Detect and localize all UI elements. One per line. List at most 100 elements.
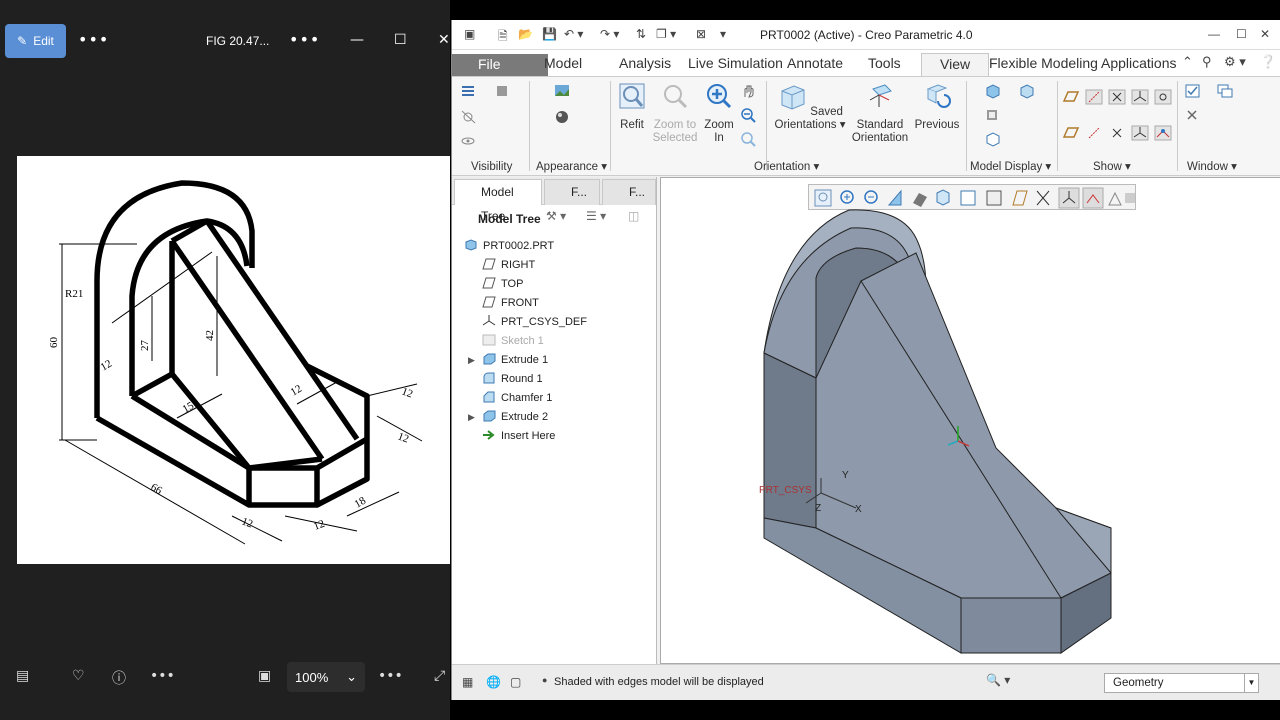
undo-icon[interactable]: ↶ ▾	[564, 27, 583, 41]
csys-display-icon[interactable]	[1131, 89, 1149, 105]
tab-flexible-modeling[interactable]: Flexible Modeling	[985, 53, 1102, 76]
maximize-icon[interactable]: ☐	[394, 32, 407, 48]
minimize-icon[interactable]: —	[350, 32, 364, 48]
toggle-navigator-icon[interactable]: ▦	[462, 675, 473, 689]
tab-favorites[interactable]: F...	[602, 179, 656, 205]
point-tag-icon[interactable]	[1108, 125, 1126, 141]
group-appearance[interactable]: Appearance ▾	[536, 159, 607, 173]
activate-icon[interactable]	[1184, 83, 1202, 99]
perspective-icon[interactable]	[1018, 83, 1036, 99]
tab-model[interactable]: Model	[540, 53, 586, 76]
pan-icon[interactable]	[740, 83, 758, 99]
expand-icon[interactable]: ▶	[468, 351, 475, 369]
graphics-area[interactable]: PRT_CSYS Y X Z	[660, 177, 1280, 664]
tab-view[interactable]: View	[921, 53, 990, 76]
tree-item-right[interactable]: RIGHT	[482, 256, 535, 274]
close-icon[interactable]: ✕	[1260, 27, 1270, 41]
zoom-dropdown[interactable]: 100% ⌄	[287, 662, 365, 692]
tab-analysis[interactable]: Analysis	[615, 53, 675, 76]
appearance-gallery-icon[interactable]	[554, 83, 572, 99]
tab-file[interactable]: File	[452, 54, 548, 77]
group-show[interactable]: Show ▾	[1093, 159, 1131, 173]
customize-icon[interactable]: ▾	[720, 27, 726, 41]
fullscreen-icon[interactable]: ▢	[510, 675, 521, 689]
eye-icon[interactable]	[460, 133, 478, 149]
browser-icon[interactable]: 🌐	[486, 675, 501, 689]
selection-filter[interactable]: Geometry ▼	[1104, 673, 1259, 693]
find-icon[interactable]: 🔍 ▾	[986, 673, 1010, 687]
filmstrip-icon[interactable]: ▤	[16, 668, 29, 684]
group-orientation[interactable]: Orientation ▾	[754, 159, 819, 173]
new-icon[interactable]: 🗎	[498, 27, 508, 48]
close-icon[interactable]: ✕	[438, 32, 450, 48]
point-display-icon[interactable]	[1108, 89, 1126, 105]
windows-icon[interactable]: ❐ ▾	[656, 27, 676, 41]
standard-orientation-button[interactable]: Standard Orientation	[850, 81, 910, 145]
tree-show-icon[interactable]: ☰ ▾	[586, 209, 606, 223]
spin-center-icon[interactable]	[1154, 89, 1172, 105]
close-window-icon[interactable]: ⊠	[696, 27, 706, 41]
regenerate-icon[interactable]: ⇅	[636, 27, 646, 41]
tree-settings-icon[interactable]: ⚒ ▾	[546, 209, 566, 223]
layers-icon[interactable]	[460, 83, 478, 99]
more-icon[interactable]: •••	[378, 668, 403, 684]
tree-item-chamfer[interactable]: Chamfer 1	[482, 389, 552, 407]
saved-orientations-button[interactable]: Saved Orientations ▾	[770, 81, 850, 132]
tree-item-extrude-1[interactable]: ▶ Extrude 1	[468, 351, 548, 369]
plane-display-icon[interactable]	[1062, 89, 1080, 105]
tab-folder-browser[interactable]: F...	[544, 179, 600, 205]
tree-item-round[interactable]: Round 1	[482, 370, 543, 388]
expand-icon[interactable]: ⤢	[434, 668, 445, 684]
close-view-icon[interactable]	[1184, 107, 1202, 123]
plane-tag-icon[interactable]	[1062, 125, 1080, 141]
redo-icon[interactable]: ↷ ▾	[600, 27, 619, 41]
tab-live-simulation[interactable]: Live Simulation	[684, 53, 787, 76]
axis-tag-icon[interactable]	[1085, 125, 1103, 141]
zoom-in-button[interactable]: Zoom In	[702, 81, 736, 145]
zoom-box-icon[interactable]	[740, 131, 758, 147]
tab-annotate[interactable]: Annotate	[783, 53, 847, 76]
fit-icon[interactable]: ▣	[258, 668, 271, 684]
zoom-selected-button[interactable]: Zoom to Selected	[650, 81, 700, 145]
tree-filter-icon[interactable]: ◫	[628, 209, 639, 223]
section-icon[interactable]	[984, 107, 1002, 123]
hide-icon[interactable]	[460, 109, 478, 125]
more-icon[interactable]: •••	[78, 30, 109, 49]
status-icon[interactable]	[494, 83, 512, 99]
tree-item-front[interactable]: FRONT	[482, 294, 539, 312]
tab-model-tree[interactable]: Model Tree	[454, 179, 542, 223]
save-icon[interactable]: 💾	[542, 27, 557, 41]
minimize-icon[interactable]: —	[1208, 27, 1220, 41]
zoom-out-icon[interactable]	[740, 107, 758, 123]
favorite-icon[interactable]: ♡	[72, 668, 85, 684]
more-icon[interactable]: •••	[150, 668, 175, 684]
tree-item-insert-here[interactable]: Insert Here	[482, 427, 555, 445]
tree-item-part[interactable]: PRT0002.PRT	[464, 237, 554, 255]
open-icon[interactable]: 📂	[518, 27, 533, 41]
tree-item-extrude-2[interactable]: ▶ Extrude 2	[468, 408, 548, 426]
axis-display-icon[interactable]	[1085, 89, 1103, 105]
display-style-icon[interactable]	[984, 83, 1002, 99]
tree-item-top[interactable]: TOP	[482, 275, 523, 293]
scene-sphere-icon[interactable]	[554, 109, 572, 125]
file-more-icon[interactable]: •••	[289, 30, 320, 49]
group-model-display[interactable]: Model Display ▾	[970, 159, 1051, 173]
tab-tools[interactable]: Tools	[864, 53, 905, 76]
exploded-view-icon[interactable]	[984, 131, 1002, 147]
collapse-ribbon-icon[interactable]: ⌃	[1182, 54, 1193, 70]
help-icon[interactable]: ❔	[1260, 54, 1276, 70]
refit-button[interactable]: Refit	[615, 81, 649, 132]
search-icon[interactable]: ⚲	[1202, 54, 1212, 70]
previous-button[interactable]: Previous	[912, 81, 962, 132]
info-icon[interactable]: ⓘ	[112, 668, 126, 688]
group-window[interactable]: Window ▾	[1187, 159, 1237, 173]
edit-button[interactable]: ✎ Edit	[5, 24, 66, 58]
maximize-icon[interactable]: ☐	[1236, 27, 1247, 41]
settings-icon[interactable]: ⚙ ▾	[1224, 54, 1246, 70]
tab-applications[interactable]: Applications	[1097, 53, 1181, 76]
tree-item-csys[interactable]: PRT_CSYS_DEF	[482, 313, 587, 331]
windows-list-icon[interactable]	[1216, 83, 1234, 99]
csys-tag-icon[interactable]	[1131, 125, 1149, 141]
tree-item-sketch[interactable]: Sketch 1	[482, 332, 544, 350]
annotation-display-icon[interactable]	[1154, 125, 1172, 141]
